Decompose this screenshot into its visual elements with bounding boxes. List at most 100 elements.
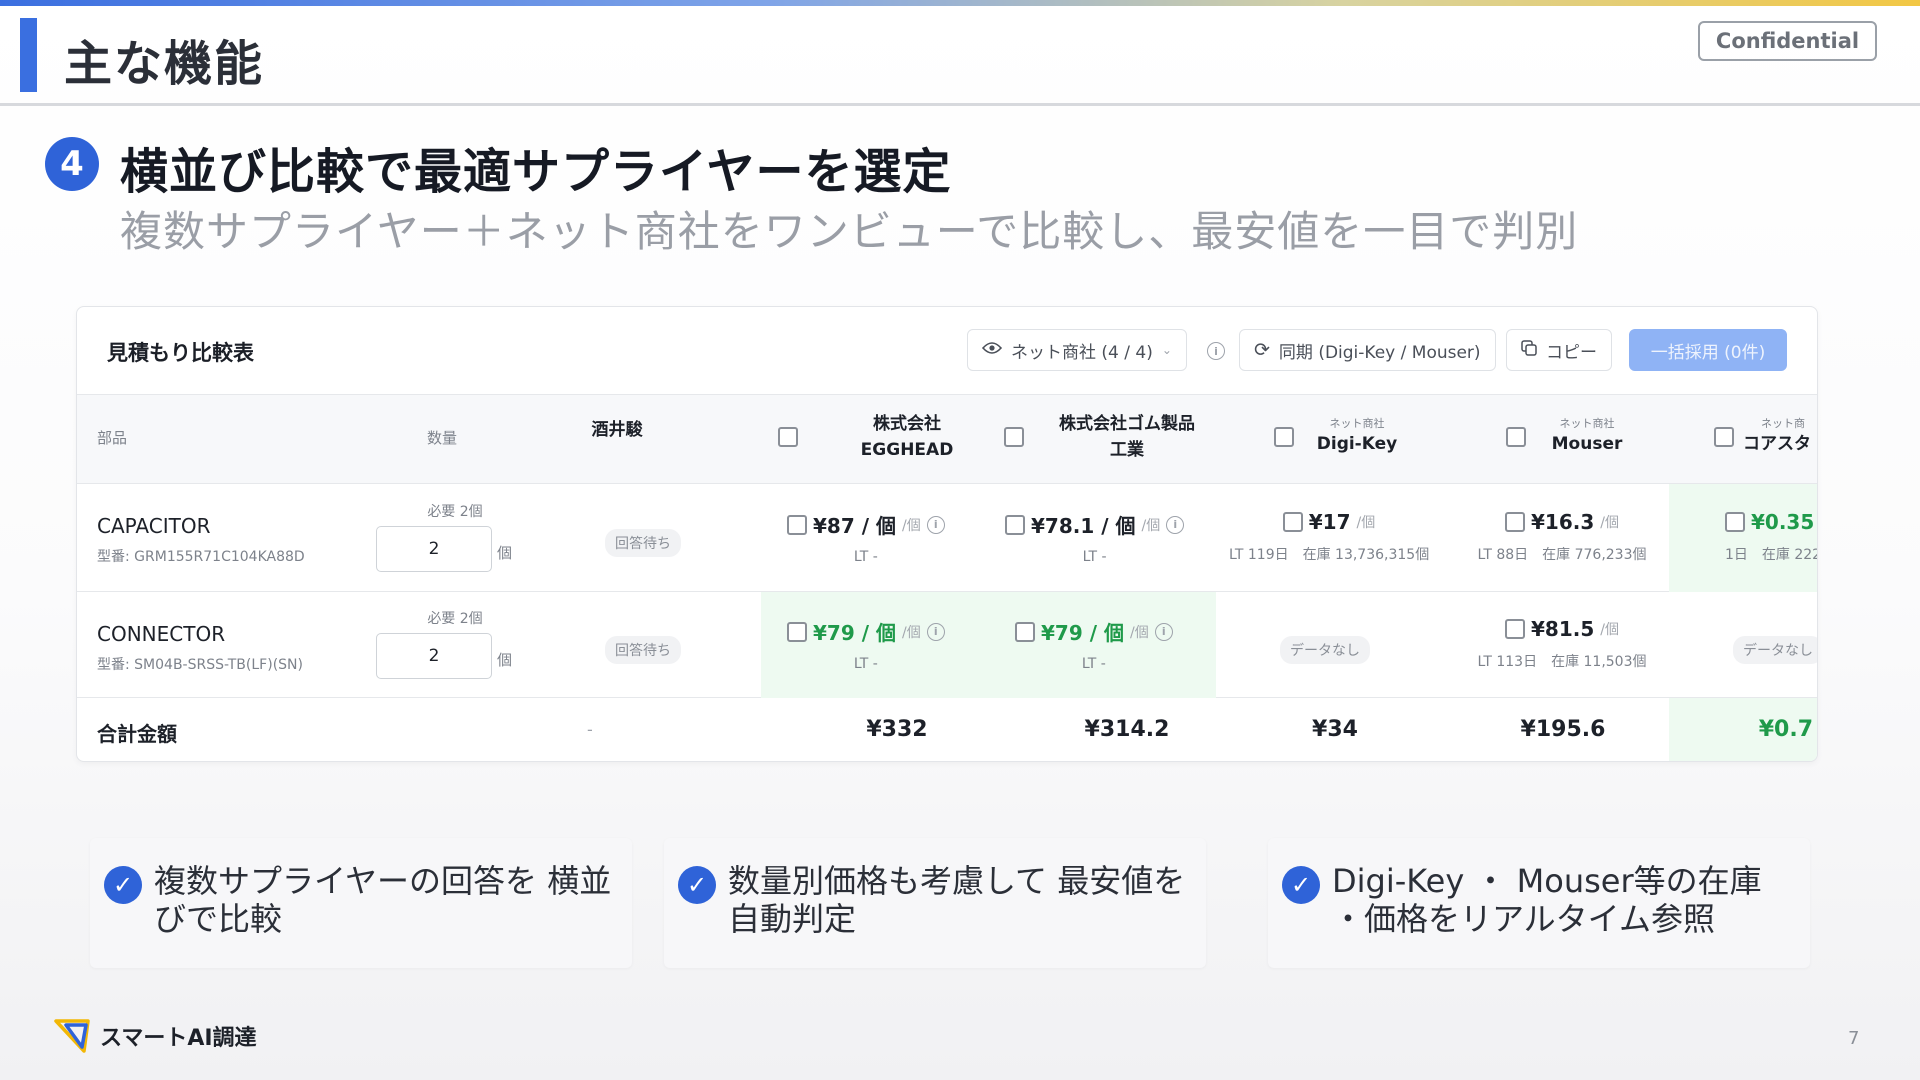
info-icon[interactable]: i [1207, 342, 1225, 360]
filter-label: ネット商社 (4 / 4) [1011, 342, 1153, 363]
price-per-unit: /個 [1600, 515, 1619, 531]
refresh-icon: ⟳ [1254, 339, 1270, 361]
unit-price: ¥79 / 個 [1041, 621, 1124, 645]
price-per-unit: /個 [1600, 622, 1619, 638]
top-gradient-bar [0, 0, 1920, 6]
feature-subheading: 複数サプライヤー＋ネット商社をワンビューで比較し、最安値を一目で判別 [120, 207, 1579, 256]
select-quote-checkbox[interactable] [787, 621, 807, 642]
feature-card-best-price: ✓ 数量別価格も考慮して 最安値を自動判定 [664, 838, 1206, 968]
lead-time-stock: 1日 在庫 222 [1725, 547, 1818, 563]
quote-comparison-panel: 見積もり比較表 ネット商社 (4 / 4) ⌄ i ⟳ 同期 (Digi-Key… [76, 306, 1818, 762]
chevron-down-icon: ⌄ [1161, 343, 1172, 357]
total-coresta: ¥0.7 [1758, 717, 1813, 742]
table-row-total: 合計金額 - ¥332 ¥314.2 ¥34 ¥195.6 ¥0.7 [77, 698, 1817, 761]
supplier-egghead-line2: EGGHEAD [860, 440, 954, 460]
select-quote-checkbox[interactable] [1725, 512, 1745, 532]
info-icon[interactable]: i [1166, 515, 1185, 534]
info-icon[interactable]: i [926, 515, 945, 534]
select-quote-checkbox[interactable] [1505, 512, 1525, 532]
sync-label: 同期 (Digi-Key / Mouser) [1278, 342, 1481, 363]
net-trader-filter-button[interactable]: ネット商社 (4 / 4) ⌄ [967, 329, 1187, 371]
required-qty: 必要 2個 [427, 611, 483, 627]
select-supplier-gomu-checkbox[interactable] [1004, 427, 1024, 451]
table-header: 部品 数量 酒井駿 株式会社 EGGHEAD 株式会社ゴム製品 工業 ネット商社… [77, 394, 1817, 484]
sync-button[interactable]: ⟳ 同期 (Digi-Key / Mouser) [1239, 329, 1496, 371]
unit-price: ¥78.1 / 個 [1031, 514, 1136, 538]
lead-time: LT - [853, 656, 878, 672]
unit-price: ¥81.5 [1531, 617, 1595, 641]
supplier-gomu-line1: 株式会社ゴム製品 [1059, 414, 1195, 434]
lead-time-stock: LT 119日 在庫 13,736,315個 [1229, 547, 1430, 563]
quantity-unit: 個 [497, 651, 513, 669]
col-mouser: ネット商社 Mouser [1537, 415, 1637, 457]
select-quote-checkbox[interactable] [1015, 621, 1035, 642]
bulk-adopt-button[interactable]: 一括採用 (0件) [1629, 329, 1787, 371]
coresta-tag: ネット商 [1761, 417, 1805, 430]
quote-gomu: ¥79 / 個 /個 i LT - [1015, 617, 1173, 672]
quantity-input[interactable]: 2 [376, 633, 492, 679]
quantity-unit: 個 [497, 544, 513, 562]
quantity-input[interactable]: 2 [376, 526, 492, 572]
select-quote-checkbox[interactable] [787, 514, 807, 535]
digikey-tag: ネット商社 [1329, 417, 1385, 430]
slide-title: 主な機能 [64, 36, 265, 92]
part-name: CONNECTOR [97, 622, 226, 646]
col-coresta: ネット商 コアスタ [1743, 415, 1817, 457]
part-info: CONNECTOR 型番: SM04B-SRSS-TB(LF)(SN) [97, 622, 303, 674]
check-icon: ✓ [678, 866, 716, 904]
unit-price: ¥16.3 [1531, 510, 1595, 534]
copy-button[interactable]: コピー [1506, 329, 1612, 371]
info-icon[interactable]: i [926, 622, 945, 641]
quote-egghead: ¥87 / 個 /個 i LT - [787, 510, 945, 565]
digikey-name: Digi-Key [1316, 434, 1398, 454]
quote-digikey: ¥17 /個 LT 119日 在庫 13,736,315個 [1229, 510, 1429, 564]
part-number: 型番: SM04B-SRSS-TB(LF)(SN) [97, 657, 303, 673]
brand-name: スマートAI調達 [100, 1026, 257, 1051]
price-per-unit: /個 [1356, 515, 1376, 531]
no-data-badge: データなし [1280, 636, 1370, 664]
unit-price: ¥87 / 個 [813, 514, 896, 538]
check-icon: ✓ [104, 866, 142, 904]
unit-price: ¥0.35 [1751, 510, 1815, 534]
total-mouser: ¥195.6 [1520, 717, 1606, 742]
col-supplier-egghead: 株式会社 EGGHEAD [807, 411, 1007, 463]
col-digikey: ネット商社 Digi-Key [1307, 415, 1407, 457]
part-info: CAPACITOR 型番: GRM155R71C104KA88D [97, 514, 305, 566]
panel-title: 見積もり比較表 [107, 341, 254, 365]
feature-heading: 横並び比較で最適サプライヤーを選定 [120, 144, 952, 200]
col-qty: 数量 [427, 429, 458, 447]
select-quote-checkbox[interactable] [1505, 619, 1525, 639]
brand-logo: スマートAI調達 [54, 1015, 257, 1057]
quote-gomu: ¥78.1 / 個 /個 i LT - [1005, 510, 1185, 565]
bulk-adopt-label: 一括採用 (0件) [1650, 342, 1766, 363]
unit-price: ¥79 / 個 [813, 621, 896, 645]
feature-card-compare: ✓ 複数サプライヤーの回答を 横並びで比較 [90, 838, 632, 968]
required-qty: 必要 2個 [427, 504, 483, 520]
table-row-connector: CONNECTOR 型番: SM04B-SRSS-TB(LF)(SN) 必要 2… [77, 592, 1817, 698]
confidential-badge: Confidential [1698, 21, 1877, 61]
feature-card-text: 数量別価格も考慮して 最安値を自動判定 [728, 862, 1186, 938]
title-accent-bar [20, 18, 37, 92]
total-digikey: ¥34 [1312, 717, 1358, 742]
select-quote-checkbox[interactable] [1282, 512, 1303, 532]
awaiting-reply-badge: 回答待ち [605, 636, 681, 664]
supplier-egghead-line1: 株式会社 [873, 414, 941, 434]
feature-card-text: Digi-Key ・ Mouser等の在庫 ・価格をリアルタイム参照 [1332, 862, 1762, 938]
header-divider [0, 103, 1920, 106]
part-number: 型番: GRM155R71C104KA88D [97, 549, 305, 565]
lead-time: LT - [1081, 656, 1106, 672]
copy-label: コピー [1546, 342, 1597, 363]
check-icon: ✓ [1282, 866, 1320, 904]
part-name: CAPACITOR [97, 514, 211, 538]
lead-time-stock: LT 113日 在庫 11,503個 [1477, 654, 1647, 670]
feature-card-text: 複数サプライヤーの回答を 横並びで比較 [154, 862, 612, 938]
feature-number-badge: 4 [45, 137, 99, 191]
select-quote-checkbox[interactable] [1005, 514, 1025, 535]
total-label: 合計金額 [97, 722, 177, 746]
select-mouser-checkbox[interactable] [1506, 427, 1526, 451]
col-part: 部品 [97, 429, 128, 447]
select-coresta-checkbox[interactable] [1714, 427, 1734, 451]
select-digikey-checkbox[interactable] [1274, 427, 1294, 451]
select-supplier-egghead-checkbox[interactable] [778, 427, 798, 451]
info-icon[interactable]: i [1154, 622, 1173, 641]
